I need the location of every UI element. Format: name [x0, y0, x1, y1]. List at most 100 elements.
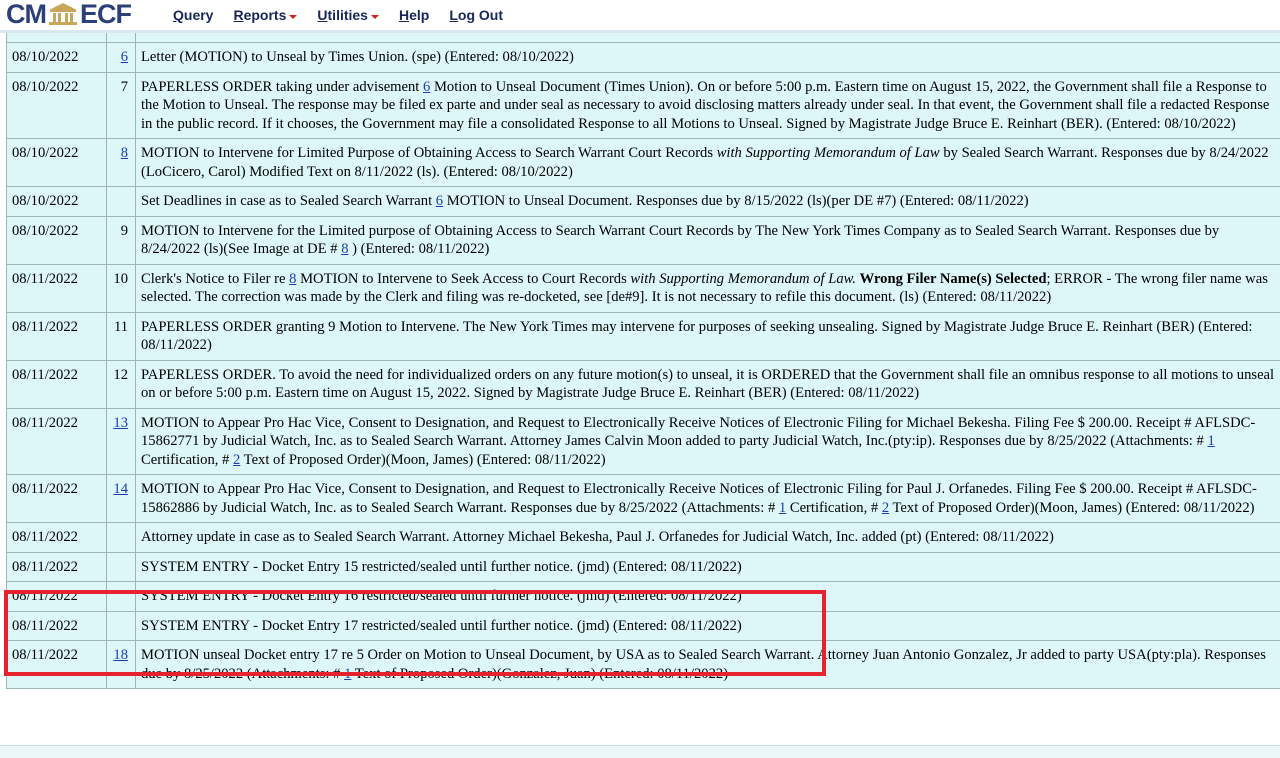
document-link[interactable]: 6 — [436, 193, 443, 209]
menu-divider — [0, 30, 1280, 33]
docket-text: Letter (MOTION) to Unseal by Times Union… — [136, 43, 1280, 73]
menu-label: Utilities — [317, 7, 368, 23]
docket-row: 08/11/2022 10 Clerk's Notice to Filer re 8… — [7, 264, 1280, 313]
text-segment: SYSTEM ENTRY - Docket Entry 17 restricte… — [141, 617, 742, 634]
text-segment: MOTION to Intervene to Seek Access to Co… — [296, 270, 631, 287]
text-segment: SYSTEM ENTRY - Docket Entry 16 restricte… — [141, 588, 742, 604]
docket-row: 08/10/2022 7 PAPERLESS ORDER taking under … — [7, 72, 1280, 139]
document-link[interactable]: 8 — [341, 241, 348, 257]
docket-number: 12 — [113, 366, 128, 383]
docket-row: 08/11/2022 18 MOTION unseal Docket entry 1… — [7, 641, 1280, 689]
text-segment: MOTION to Unseal Document. Responses due… — [443, 193, 1029, 209]
docket-text: Clerk's Notice to Filer re 8 MOTION to I… — [136, 265, 1280, 313]
docket-date: 08/10/2022 — [7, 139, 107, 187]
docket-text: PAPERLESS ORDER granting 9 Motion to Int… — [136, 313, 1280, 361]
docket-row: 08/10/2022 9 MOTION to Intervene for the L… — [7, 216, 1280, 265]
docket-date: 08/11/2022 — [7, 264, 107, 313]
text-segment: MOTION to Intervene for Limited Purpose … — [141, 145, 717, 161]
text-segment: Certification, # — [141, 451, 233, 468]
docket-date: 08/11/2022 — [7, 312, 107, 361]
italic-text: with Supporting Memorandum of Law. — [630, 270, 856, 287]
docket-date: 08/11/2022 — [7, 582, 107, 612]
docket-date: 08/11/2022 — [7, 360, 107, 409]
docket-text: MOTION to Appear Pro Hac Vice, Consent t… — [136, 475, 1280, 523]
text-segment: Set Deadlines in case as to Sealed Searc… — [141, 193, 436, 209]
docket-row: 08/11/2022 SYSTEM ENTRY - Docket Entry 16… — [7, 582, 1280, 612]
courthouse-icon — [48, 2, 78, 26]
docket-row: 08/11/2022 12 PAPERLESS ORDER. To avoid th… — [7, 360, 1280, 409]
docket-text: SYSTEM ENTRY - Docket Entry 17 restricte… — [136, 612, 1280, 641]
menu-reports[interactable]: Reports — [233, 7, 298, 23]
text-segment: Text of Proposed Order)(Moon, James) (En… — [240, 451, 606, 468]
menu-label: Query — [173, 7, 214, 23]
docket-text: MOTION unseal Docket entry 17 re 5 Order… — [136, 641, 1280, 689]
docket-date: 08/10/2022 — [7, 72, 107, 139]
text-segment: Certification, # — [786, 499, 882, 516]
cmecf-logo[interactable]: CM ECF — [6, 0, 132, 29]
docket-date: 08/11/2022 — [7, 408, 107, 475]
docket-date: 08/11/2022 — [7, 523, 107, 553]
text-segment: MOTION to Intervene for the Limited purp… — [141, 222, 1220, 258]
docket-number: 11 — [113, 318, 128, 335]
docket-date: 08/11/2022 — [7, 552, 107, 582]
text-segment: Text of Proposed Order)(Gonzalez, Juan) … — [351, 665, 729, 682]
logo-text-right: ECF — [80, 0, 132, 29]
logo-text-left: CM — [6, 0, 47, 29]
docket-row: 08/11/2022 Attorney update in case as to … — [7, 523, 1280, 553]
document-link[interactable]: 1 — [1207, 433, 1214, 449]
docket-row: 08/11/2022 SYSTEM ENTRY - Docket Entry 17… — [7, 611, 1280, 641]
docket-date: 08/11/2022 — [7, 611, 107, 641]
docket-number-link[interactable]: 8 — [121, 145, 128, 161]
text-segment: PAPERLESS ORDER granting 9 Motion to Int… — [141, 318, 1253, 354]
docket-number-link[interactable]: 14 — [113, 481, 128, 497]
docket-date: 08/10/2022 — [7, 43, 107, 73]
docket-row: 08/10/2022 6 Letter (MOTION) to Unseal by … — [7, 43, 1280, 73]
menu-query[interactable]: Query — [173, 7, 213, 23]
dropdown-caret-icon — [289, 15, 298, 20]
menu-label: Reports — [233, 7, 287, 23]
docket-table: 08/10/2022 6 Letter (MOTION) to Unseal by … — [6, 14, 1280, 689]
top-menu-bar: CM ECF Query Reports Utilities Help Log Out — [0, 0, 1280, 33]
page-bottom-strip — [0, 745, 1280, 758]
docket-text: MOTION to Intervene for Limited Purpose … — [136, 139, 1280, 187]
docket-text: PAPERLESS ORDER. To avoid the need for i… — [136, 361, 1280, 409]
docket-number: 7 — [120, 78, 128, 95]
text-segment: SYSTEM ENTRY - Docket Entry 15 restricte… — [141, 558, 742, 575]
menu-help[interactable]: Help — [399, 7, 429, 23]
menu-label: Log Out — [449, 7, 504, 23]
dropdown-caret-icon — [370, 15, 379, 20]
docket-table-wrapper: 08/10/2022 6 Letter (MOTION) to Unseal by … — [6, 14, 1280, 689]
menu-log-out[interactable]: Log Out — [449, 7, 503, 23]
bold-text: Wrong Filer Name(s) Selected — [859, 270, 1047, 287]
text-segment: Attorney update in case as to Sealed Sea… — [141, 529, 1054, 545]
docket-number-link[interactable]: 13 — [113, 415, 128, 431]
docket-text: MOTION to Appear Pro Hac Vice, Consent t… — [136, 409, 1280, 475]
docket-date: 08/10/2022 — [7, 216, 107, 265]
docket-row: 08/11/2022 SYSTEM ENTRY - Docket Entry 15… — [7, 552, 1280, 582]
docket-number-link[interactable]: 6 — [121, 49, 128, 65]
docket-date: 08/10/2022 — [7, 187, 107, 217]
text-segment: ) (Entered: 08/11/2022) — [348, 241, 490, 257]
text-segment: Text of Proposed Order)(Moon, James) (En… — [889, 499, 1255, 516]
italic-text: with Supporting Memorandum of Law — [716, 145, 940, 161]
docket-text: MOTION to Intervene for the Limited purp… — [136, 217, 1280, 265]
docket-row: 08/10/2022 8 MOTION to Intervene for Limit… — [7, 139, 1280, 187]
text-segment: PAPERLESS ORDER taking under advisement — [141, 78, 424, 95]
docket-number-link[interactable]: 18 — [113, 647, 128, 663]
menu-utilities[interactable]: Utilities — [317, 7, 379, 23]
docket-text: Set Deadlines in case as to Sealed Searc… — [136, 187, 1280, 217]
text-segment: MOTION to Appear Pro Hac Vice, Consent t… — [141, 414, 1256, 450]
docket-number: 10 — [113, 270, 128, 287]
docket-number: 9 — [120, 222, 128, 239]
docket-row: 08/11/2022 14 MOTION to Appear Pro Hac Vic… — [7, 475, 1280, 523]
docket-row: 08/10/2022 Set Deadlines in case as to Se… — [7, 187, 1280, 217]
docket-text: Attorney update in case as to Sealed Sea… — [136, 523, 1280, 553]
docket-row: 08/11/2022 11 PAPERLESS ORDER granting 9 M… — [7, 312, 1280, 361]
docket-row: 08/11/2022 13 MOTION to Appear Pro Hac Vic… — [7, 408, 1280, 475]
text-segment: PAPERLESS ORDER. To avoid the need for i… — [141, 366, 1275, 402]
docket-text: SYSTEM ENTRY - Docket Entry 15 restricte… — [136, 553, 1280, 582]
docket-text: SYSTEM ENTRY - Docket Entry 16 restricte… — [136, 582, 1280, 612]
docket-text: PAPERLESS ORDER taking under advisement … — [136, 73, 1280, 139]
docket-date: 08/11/2022 — [7, 475, 107, 523]
text-segment: Clerk's Notice to Filer re — [141, 270, 290, 287]
